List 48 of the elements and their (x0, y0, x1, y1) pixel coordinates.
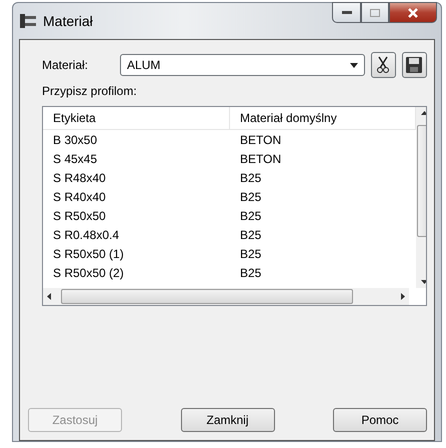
list-row[interactable]: S R50x50 (2) B25 (43, 263, 416, 282)
list-row[interactable]: S 45x45 BETON (43, 149, 416, 168)
table-cell-text: B25 (239, 264, 262, 282)
material-label: Materiał: (42, 58, 88, 72)
material-dropdown[interactable]: ALUM (120, 54, 365, 76)
column-header[interactable]: Etykieta (43, 107, 230, 129)
table-cell-text: S R48x40 (52, 170, 107, 186)
table-cell-text: B25 (239, 226, 262, 244)
list-row[interactable]: S R40x40 B25 (43, 187, 416, 206)
down-arrow-icon (421, 280, 426, 284)
table-cell-text: BETON (239, 132, 282, 148)
table-cell-text: S R50x50 (2) (52, 264, 125, 282)
dialog-button[interactable]: Zamknij (180, 408, 274, 432)
caret-icon (350, 62, 358, 68)
window-title: Materiał (43, 13, 93, 29)
table-cell-text: S R0.48x0.4 (52, 226, 120, 244)
table-cell-text: S R50x50 (1) (52, 246, 125, 262)
maximize-button[interactable] (361, 2, 389, 23)
scroll-thumb[interactable] (61, 289, 353, 304)
list-row[interactable]: B 30x50 BETON (43, 130, 416, 149)
table-cell-text: B25 (239, 170, 262, 186)
minimize-button[interactable] (332, 2, 361, 23)
dialog-button[interactable]: Pomoc (333, 408, 427, 432)
table-cell-text: S R50x50 (52, 208, 107, 224)
left-arrow-icon (47, 293, 51, 300)
up-arrow-icon (421, 111, 426, 115)
table-cell-text: B 30x50 (52, 132, 98, 148)
list-row[interactable]: S R50x50 B25 (43, 206, 416, 225)
table-cell-text: B25 (239, 188, 262, 206)
assign-label: Przypisz profilom: (42, 84, 138, 98)
list-row[interactable]: S R0.48x0.4 B25 (43, 225, 416, 244)
close-button[interactable] (389, 2, 437, 23)
table-cell-text: S 45x45 (52, 150, 98, 168)
table-cell-text: BETON (239, 150, 282, 168)
scissors-button[interactable] (370, 52, 396, 78)
list-row[interactable]: S R50x50 (1) B25 (43, 244, 416, 263)
horizontal-scrollbar[interactable] (43, 288, 409, 305)
minimize-icon (342, 10, 352, 14)
close-icon (408, 8, 418, 18)
table-cell-text: B25 (239, 208, 262, 224)
save-button[interactable] (402, 52, 427, 78)
maximize-icon (370, 8, 380, 16)
table-cell-text: S R40x40 (52, 188, 107, 206)
scissors-icon (376, 56, 390, 74)
table-cell-text: B25 (239, 246, 262, 262)
list-row[interactable]: S R48x40 B25 (43, 168, 416, 187)
beam-icon (19, 13, 37, 29)
right-arrow-icon (401, 293, 405, 300)
